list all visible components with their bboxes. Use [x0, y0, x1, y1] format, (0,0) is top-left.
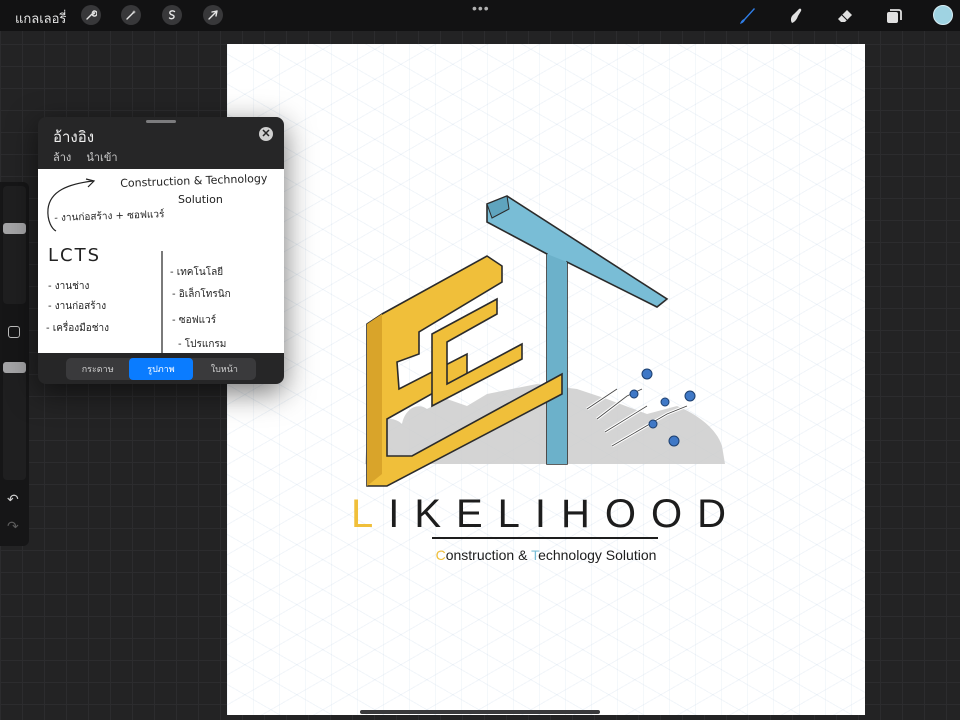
brand-rest: IKELIHOOD: [388, 492, 742, 536]
note-right-1: - เทคโนโลยี: [170, 267, 224, 278]
import-button[interactable]: นำเข้า: [86, 152, 117, 164]
modify-button[interactable]: [8, 326, 20, 338]
clear-button[interactable]: ล้าง: [53, 152, 71, 164]
brand-name: LIKELIHOOD: [227, 492, 865, 537]
smudge-icon[interactable]: [784, 4, 808, 28]
brand-tagline: Construction & Technology Solution: [227, 547, 865, 563]
gallery-button[interactable]: แกลเลอรี่: [15, 8, 66, 29]
brand-underline: [432, 537, 658, 539]
undo-button[interactable]: ↶: [7, 491, 19, 508]
brush-icon[interactable]: [735, 4, 759, 28]
note-left-2: - งานก่อสร้าง: [48, 301, 107, 312]
wrench-icon[interactable]: [81, 5, 101, 25]
reference-actions: ล้าง นำเข้า: [53, 148, 130, 166]
note-left-1: - งานช่าง: [48, 281, 90, 292]
drawing-canvas[interactable]: LIKELIHOOD Construction & Technology Sol…: [227, 44, 865, 715]
tagline-rest: echnology Solution: [538, 547, 657, 563]
reference-title: อ้างอิง: [53, 129, 95, 146]
brand-first-letter: L: [350, 492, 389, 536]
close-icon[interactable]: ✕: [259, 127, 273, 141]
note-right-2: - อิเล็กโทรนิก: [172, 289, 231, 300]
opacity-slider[interactable]: [3, 362, 26, 480]
reference-panel[interactable]: อ้างอิง ✕ ล้าง นำเข้า Construction & Tec…: [38, 117, 284, 384]
eraser-icon[interactable]: [833, 4, 857, 28]
transform-arrow-icon[interactable]: [203, 5, 223, 25]
tagline-mid: onstruction &: [445, 547, 532, 563]
reference-mode-tabs: กระดาษ รูปภาพ ใบหน้า: [66, 358, 256, 380]
redo-button[interactable]: ↷: [7, 518, 19, 535]
canvas-scrollbar[interactable]: [360, 710, 600, 714]
note-right-3: - ซอฟแวร์: [172, 315, 217, 326]
tab-face[interactable]: ใบหน้า: [193, 358, 256, 380]
opacity-thumb[interactable]: [3, 362, 26, 373]
more-menu-button[interactable]: •••: [472, 1, 490, 15]
left-sidebar: ↶ ↷: [0, 182, 29, 546]
color-picker-swatch[interactable]: [933, 5, 953, 25]
likelihood-logo-artwork: [365, 195, 725, 487]
top-toolbar: แกลเลอรี่ •••: [0, 0, 960, 31]
magic-wand-icon[interactable]: [121, 5, 141, 25]
tagline-c: C: [435, 547, 446, 563]
brush-size-thumb[interactable]: [3, 223, 26, 234]
selection-icon[interactable]: [162, 5, 182, 25]
reference-drag-handle[interactable]: [146, 120, 176, 123]
layers-icon[interactable]: [882, 4, 906, 28]
note-left-3: - เครื่องมือช่าง: [46, 323, 110, 334]
tab-image[interactable]: รูปภาพ: [129, 358, 193, 380]
tab-canvas[interactable]: กระดาษ: [66, 358, 129, 380]
brush-size-slider[interactable]: [3, 186, 26, 304]
reference-image: Construction & Technology Solution - งาน…: [38, 169, 284, 353]
note-line-2: Solution: [178, 193, 223, 206]
note-lcts: LCTS: [48, 245, 102, 266]
note-right-4: - โปรแกรม: [178, 339, 227, 350]
